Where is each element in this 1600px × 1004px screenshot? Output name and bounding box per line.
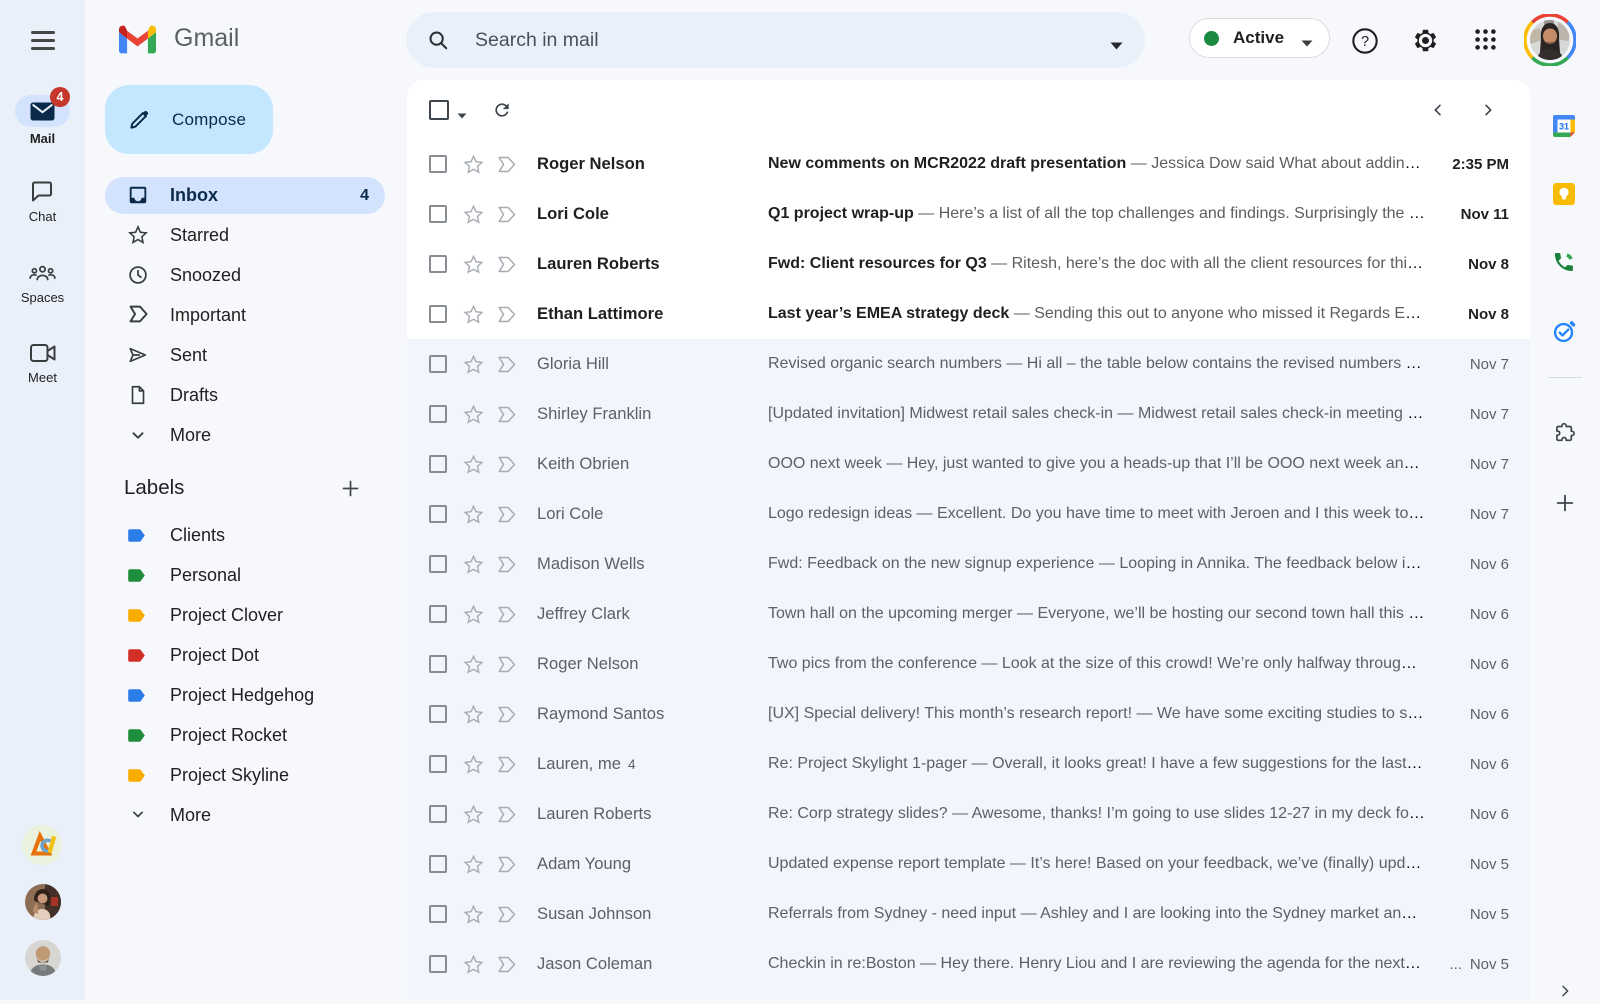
svg-text:31: 31 — [1559, 122, 1569, 132]
svg-text:?: ? — [1361, 34, 1369, 50]
